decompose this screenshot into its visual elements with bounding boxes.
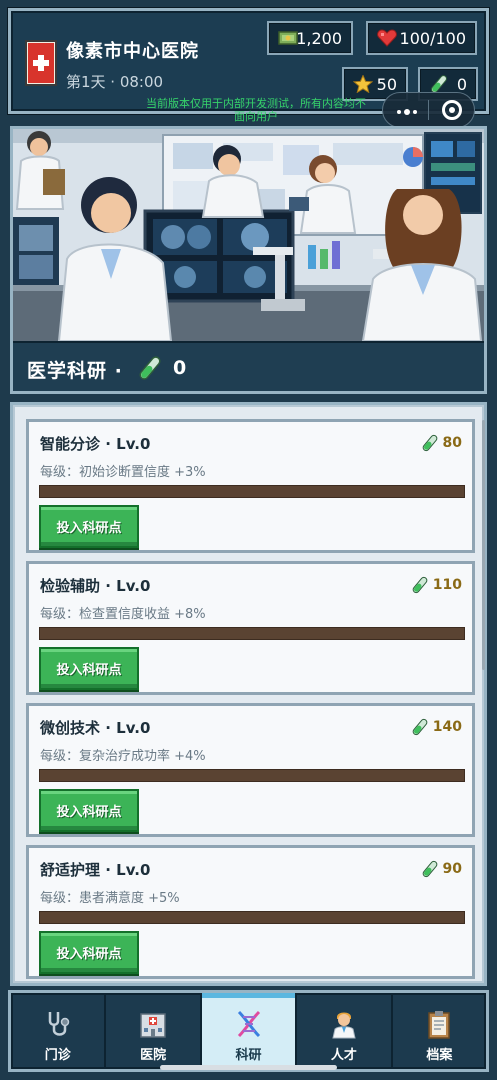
tab-research[interactable]: 科研 [201, 993, 298, 1069]
stethoscope-icon [48, 1012, 69, 1036]
banner-title: 医学科研 · [27, 360, 123, 382]
research-card-triage: 智能分诊 · Lv.0 80 每级：初始诊断置信度 +3% 投入科研点 [26, 419, 475, 553]
invest-research-button[interactable]: 投入科研点 [39, 647, 139, 690]
hospital-name: 像素市中心医院 [66, 41, 199, 62]
tab-archive[interactable]: 档案 [393, 993, 486, 1069]
test-tube-icon [422, 434, 437, 452]
health-stat: 100/100 [366, 21, 477, 55]
research-desc: 每级：检查置信度收益 +8% [40, 607, 206, 622]
banner-points-value: 0 [173, 357, 187, 379]
health-value: 100/100 [399, 28, 466, 48]
doctor-icon [332, 1012, 356, 1039]
invest-research-button[interactable]: 投入科研点 [39, 789, 139, 832]
research-cost: 80 [421, 434, 462, 452]
research-card-comfort-care: 舒适护理 · Lv.0 90 每级：患者满意度 +5% 投入科研点 [26, 845, 475, 979]
research-name: 智能分诊 · Lv.0 [40, 435, 151, 453]
research-name: 舒适护理 · Lv.0 [40, 861, 151, 879]
test-tube-icon [412, 576, 428, 594]
tab-talent[interactable]: 人才 [297, 993, 393, 1069]
research-cost-value: 80 [442, 435, 462, 451]
clipboard-icon [428, 1011, 451, 1039]
test-tube-icon [412, 718, 428, 736]
research-progress-bar [39, 485, 465, 498]
banner-footer: 医学科研 · 0 [13, 341, 484, 391]
invest-research-button[interactable]: 投入科研点 [39, 931, 139, 974]
research-desc: 每级：患者满意度 +5% [40, 891, 180, 906]
research-card-minimally-invasive: 微创技术 · Lv.0 140 每级：复杂治疗成功率 +4% 投入科研点 [26, 703, 475, 837]
star-icon [353, 75, 373, 93]
money-value: 1,200 [296, 28, 342, 48]
tab-hospital[interactable]: 医院 [106, 993, 202, 1069]
test-tube-icon [431, 75, 447, 93]
cash-icon [278, 31, 298, 45]
research-cost-value: 110 [432, 577, 462, 593]
research-progress-bar [39, 769, 465, 782]
close-target-icon[interactable] [429, 93, 474, 127]
tab-label: 科研 [235, 1048, 262, 1063]
money-stat: 1,200 [267, 21, 353, 55]
test-tube-icon [422, 860, 437, 878]
test-tube-icon [139, 356, 161, 380]
tab-label: 人才 [330, 1048, 357, 1063]
research-cost: 90 [421, 860, 462, 878]
dev-notice: 当前版本仅用于内部开发测试，所有内容均不面向用户 [146, 97, 366, 123]
bottom-nav: 门诊 医院 科研 人才 档案 [8, 990, 489, 1072]
hospital-building-icon [140, 1013, 166, 1038]
mini-program-capsule [382, 92, 475, 128]
invest-research-button[interactable]: 投入科研点 [39, 505, 139, 548]
research-cost: 110 [411, 576, 462, 594]
research-banner: 医学科研 · 0 [10, 126, 487, 394]
research-card-lab-assist: 检验辅助 · Lv.0 110 每级：检查置信度收益 +8% 投入科研点 [26, 561, 475, 695]
tab-label: 档案 [426, 1048, 453, 1063]
research-progress-bar [39, 911, 465, 924]
research-name: 检验辅助 · Lv.0 [40, 577, 151, 595]
research-name: 微创技术 · Lv.0 [40, 719, 151, 737]
research-list[interactable]: 智能分诊 · Lv.0 80 每级：初始诊断置信度 +3% 投入科研点 检验辅助… [10, 402, 487, 986]
day-time: 第1天 · 08:00 [66, 73, 164, 91]
banner-research-points: 0 [137, 355, 186, 381]
research-desc: 每级：复杂治疗成功率 +4% [40, 749, 206, 764]
tab-label: 医院 [140, 1048, 167, 1063]
research-points-value: 0 [456, 74, 467, 94]
hospital-cross-icon [25, 40, 57, 86]
research-lab-illustration [13, 129, 484, 341]
research-cost: 140 [411, 718, 462, 736]
home-indicator [160, 1065, 337, 1070]
more-dots-icon[interactable] [383, 93, 428, 127]
tab-outpatient[interactable]: 门诊 [11, 993, 107, 1069]
research-cost-value: 140 [432, 719, 462, 735]
research-cost-value: 90 [442, 861, 462, 877]
research-progress-bar [39, 627, 465, 640]
research-desc: 每级：初始诊断置信度 +3% [40, 465, 206, 480]
stars-value: 50 [376, 74, 397, 94]
heart-icon [377, 29, 397, 47]
dna-icon [237, 1010, 260, 1038]
tab-label: 门诊 [44, 1048, 71, 1063]
list-scrollbar[interactable] [482, 420, 485, 670]
